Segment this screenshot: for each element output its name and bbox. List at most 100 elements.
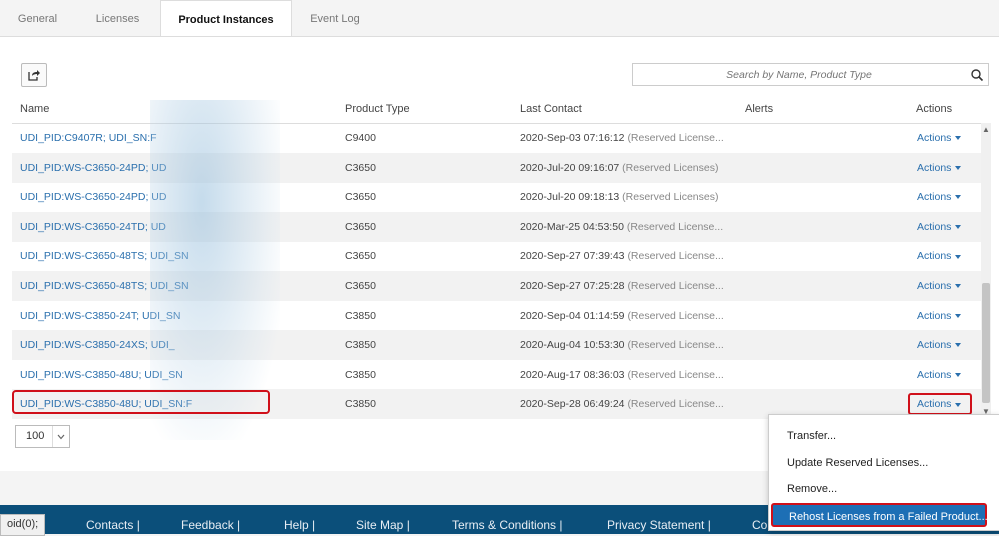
status-bar-url: oid(0);	[0, 514, 46, 536]
row-actions-dropdown[interactable]: Actions	[917, 241, 962, 271]
instance-name-link[interactable]: UDI_PID:C9407R; UDI_SN:F	[20, 123, 157, 153]
highlighted-row-outline	[12, 390, 270, 414]
table-row[interactable]: UDI_PID:WS-C3650-24TD; UD C3650 2020-Mar-2…	[12, 211, 982, 242]
search-field[interactable]	[632, 63, 989, 86]
license-status: (Reserved License...	[627, 280, 724, 292]
table-row[interactable]: UDI_PID:WS-C3650-48TS; UDI_SN C3650 2020-S…	[12, 241, 982, 271]
footer-link-contacts[interactable]: Contacts |	[86, 518, 140, 532]
scroll-thumb[interactable]	[982, 283, 990, 403]
product-type: C3850	[345, 398, 376, 411]
license-status: (Reserved License...	[627, 368, 724, 381]
actions-label: Actions	[917, 220, 952, 233]
license-status: (Reserved License...	[627, 309, 724, 322]
table-header: Name Product Type Last Contact Alerts Ac…	[12, 95, 987, 124]
column-header-product-type[interactable]: Product Type	[345, 95, 410, 123]
instance-name-link[interactable]: UDI_PID:WS-C3650-24TD; UD	[20, 212, 166, 242]
actions-label: Actions	[917, 250, 952, 263]
table-row[interactable]: UDI_PID:WS-C3650-24PD; UD C3650 2020-Jul-2…	[12, 152, 982, 183]
search-input[interactable]	[637, 64, 961, 86]
footer-link-help[interactable]: Help |	[284, 518, 315, 532]
row-actions-dropdown[interactable]: Actions	[917, 271, 962, 301]
footer-link-feedback[interactable]: Feedback |	[181, 518, 240, 532]
scroll-up-icon[interactable]: ▲	[982, 125, 990, 135]
instance-name-link[interactable]: UDI_PID:WS-C3850-24XS; UDI_	[20, 330, 175, 360]
export-icon	[28, 70, 40, 81]
footer-link-site-map[interactable]: Site Map |	[356, 518, 410, 532]
row-actions-dropdown[interactable]: Actions	[917, 153, 962, 183]
footer-link-more[interactable]: Co	[752, 518, 767, 532]
table-row[interactable]: UDI_PID:WS-C3650-24PD; UD C3650 2020-Jul-2…	[12, 182, 982, 212]
column-header-last-contact[interactable]: Last Contact	[520, 95, 582, 123]
actions-label: Actions	[917, 161, 952, 174]
instance-name-link[interactable]: UDI_PID:WS-C3650-24PD; UD	[20, 182, 166, 212]
last-contact: 2020-Aug-04 10:53:30 (Reserved License..…	[520, 330, 724, 360]
table-row[interactable]: UDI_PID:WS-C3850-48U; UDI_SN C3850 2020-Au…	[12, 360, 982, 390]
caret-down-icon	[955, 284, 962, 289]
menu-item-update-reserved-licenses[interactable]: Update Reserved Licenses...	[787, 457, 928, 469]
tab-product-instances[interactable]: Product Instances	[160, 0, 292, 37]
instance-name-link[interactable]: UDI_PID:WS-C3850-48U; UDI_SN	[20, 360, 183, 390]
actions-label: Actions	[917, 309, 952, 322]
last-contact: 2020-Sep-28 06:49:24 (Reserved License..…	[520, 389, 724, 419]
last-contact-date: 2020-Jul-20 09:18:13	[520, 191, 620, 204]
table-row[interactable]: UDI_PID:WS-C3650-48TS; UDI_SN C3650 2020-S…	[12, 271, 982, 301]
product-type: C3850	[345, 309, 376, 322]
actions-label: Actions	[917, 339, 952, 352]
instance-name-link[interactable]: UDI_PID:WS-C3650-48TS; UDI_SN	[20, 241, 189, 271]
actions-label: Actions	[917, 280, 952, 292]
last-contact-date: 2020-Sep-04 01:14:59	[520, 309, 625, 322]
highlighted-actions-outline	[908, 393, 972, 415]
menu-item-transfer[interactable]: Transfer...	[787, 430, 836, 442]
table-row[interactable]: UDI_PID:C9407R; UDI_SN:F C9400 2020-Sep-03…	[12, 123, 982, 153]
row-actions-dropdown[interactable]: Actions	[917, 123, 962, 153]
instance-name-link[interactable]: UDI_PID:WS-C3650-24PD; UD	[20, 153, 166, 183]
footer-link-privacy[interactable]: Privacy Statement |	[607, 518, 711, 532]
chevron-down-icon[interactable]	[52, 426, 69, 447]
last-contact: 2020-Sep-27 07:39:43 (Reserved License..…	[520, 241, 724, 271]
row-actions-dropdown[interactable]: Actions	[917, 182, 962, 212]
license-status: (Reserved Licenses)	[622, 191, 719, 204]
table-scrollbar[interactable]: ▲ ▼	[981, 123, 991, 421]
last-contact-date: 2020-Sep-27 07:25:28	[520, 280, 625, 292]
license-status: (Reserved License...	[627, 250, 724, 263]
row-actions-dropdown[interactable]: Actions	[917, 212, 962, 242]
tab-general[interactable]: General	[0, 0, 75, 34]
product-type: C3650	[345, 220, 376, 233]
instance-name-link[interactable]: UDI_PID:WS-C3850-24T; UDI_SN	[20, 301, 180, 331]
search-icon[interactable]	[970, 68, 984, 82]
actions-label: Actions	[917, 368, 952, 381]
caret-down-icon	[955, 343, 962, 348]
license-status: (Reserved License...	[627, 339, 724, 352]
row-actions-dropdown[interactable]: Actions	[917, 330, 962, 360]
last-contact-date: 2020-Sep-28 06:49:24	[520, 398, 625, 411]
caret-down-icon	[955, 225, 962, 230]
table-row[interactable]: UDI_PID:WS-C3850-24T; UDI_SN C3850 2020-Se…	[12, 301, 982, 331]
row-actions-dropdown[interactable]: Actions	[917, 360, 962, 390]
tab-bar: General Licenses Product Instances Event…	[0, 0, 999, 37]
actions-label: Actions	[917, 191, 952, 204]
license-status: (Reserved License...	[626, 220, 724, 233]
page-size-value: 100	[26, 430, 45, 442]
column-header-alerts[interactable]: Alerts	[745, 95, 773, 123]
tab-licenses[interactable]: Licenses	[75, 0, 160, 34]
footer-link-terms[interactable]: Terms & Conditions |	[452, 518, 563, 532]
last-contact-date: 2020-Sep-03 07:16:12	[520, 132, 625, 144]
product-type: C3650	[345, 250, 376, 263]
column-header-name[interactable]: Name	[20, 95, 49, 123]
tab-event-log[interactable]: Event Log	[290, 0, 380, 34]
last-contact: 2020-Jul-20 09:16:07 (Reserved Licenses)	[520, 153, 718, 183]
row-actions-dropdown[interactable]: Actions	[917, 301, 962, 331]
menu-item-remove[interactable]: Remove...	[787, 483, 837, 495]
export-button[interactable]	[21, 63, 47, 87]
page-size-select[interactable]: 100	[15, 425, 70, 448]
caret-down-icon	[955, 373, 962, 378]
last-contact-date: 2020-Jul-20 09:16:07	[520, 161, 620, 174]
last-contact-date: 2020-Sep-27 07:39:43	[520, 250, 625, 263]
license-status: (Reserved License...	[627, 398, 724, 411]
last-contact-date: 2020-Aug-04 10:53:30	[520, 339, 625, 352]
instance-name-link[interactable]: UDI_PID:WS-C3650-48TS; UDI_SN	[20, 271, 189, 301]
caret-down-icon	[955, 136, 962, 141]
caret-down-icon	[955, 165, 962, 170]
table-row[interactable]: UDI_PID:WS-C3850-24XS; UDI_ C3850 2020-Aug…	[12, 330, 982, 361]
menu-item-rehost-licenses[interactable]: Rehost Licenses from a Failed Product...	[771, 503, 988, 527]
